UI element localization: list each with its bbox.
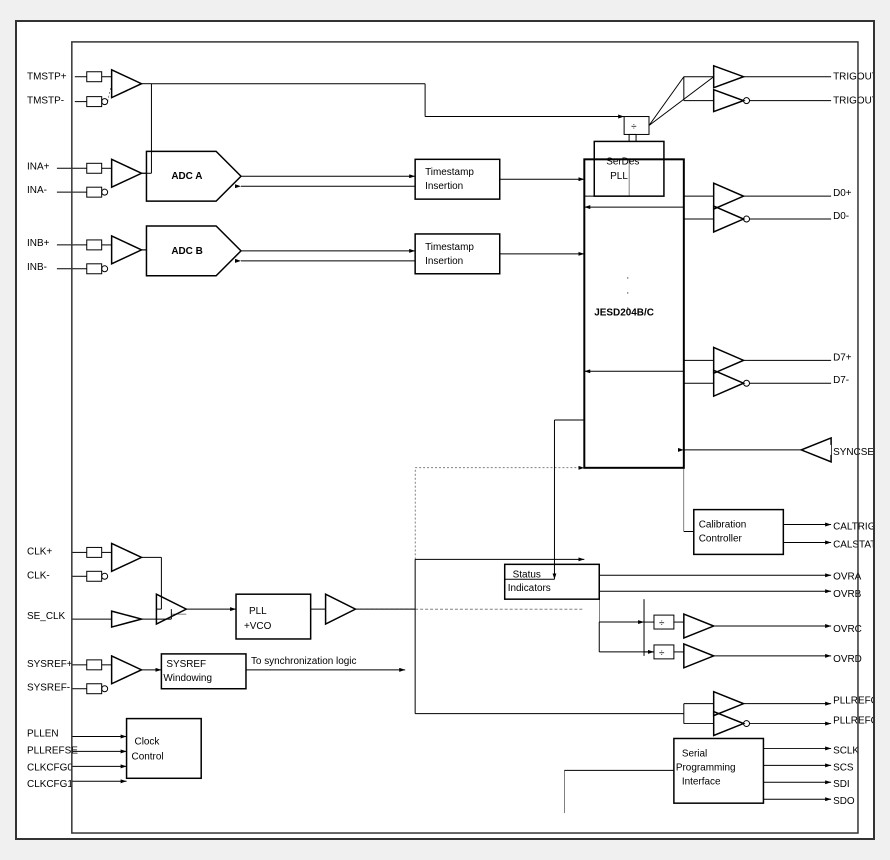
serial-prog-label2: Programming [676, 762, 736, 773]
jesd204-label: JESD204B/C [594, 308, 654, 319]
pll-vco-label: PLL [249, 606, 267, 617]
inb-plus-label: INB+ [27, 238, 50, 249]
clock-ctrl-label2: Control [132, 751, 164, 762]
divider-label: ÷ [631, 121, 637, 132]
sync-logic-label: To synchronization logic [251, 656, 357, 667]
div-ovrc-label: ÷ [659, 618, 665, 629]
timestamp-1-label2: Insertion [425, 181, 463, 192]
calib-ctrl-label2: Controller [699, 533, 743, 544]
d7-minus-label: D7- [833, 375, 849, 386]
timestamp-1-label: Timestamp [425, 167, 474, 178]
ina-plus-label: INA+ [27, 161, 50, 172]
d7-plus-label: D7+ [833, 352, 852, 363]
serial-prog-label: Serial [682, 748, 707, 759]
adc-b-label: ADC B [171, 246, 202, 257]
clock-ctrl-label: Clock [135, 736, 160, 747]
block-diagram: TMSTP+ TMSTP- INA+ INA- INB+ INB- CLK+ C… [15, 20, 875, 840]
status-ind-label: Status [513, 569, 541, 580]
status-ind-label2: Indicators [508, 583, 551, 594]
pllrefse-label: PLLREFSE [27, 745, 78, 756]
pllrefo-minus-label: PLLREFO- [833, 716, 873, 727]
timestamp-2-label2: Insertion [425, 256, 463, 267]
clk-minus-label: CLK- [27, 570, 50, 581]
timestamp-2-label: Timestamp [425, 242, 474, 253]
calib-ctrl-label: Calibration [699, 520, 747, 531]
trigout-plus-label: TRIGOUT+ [833, 72, 873, 83]
serial-prog-label3: Interface [682, 776, 721, 787]
sdi-label: SDI [833, 779, 850, 790]
dots-label: · [626, 273, 629, 284]
pll-vco-label2: +VCO [244, 621, 272, 632]
dots-label2: · [626, 288, 629, 299]
calstat-label: CALSTAT [833, 539, 873, 550]
sdo-label: SDO [833, 796, 855, 807]
se-clk-label: SE_CLK [27, 611, 65, 622]
tmstp-plus-label: TMSTP+ [27, 72, 67, 83]
serdes-pll-label2: PLL [610, 171, 628, 182]
dots-label3: · [626, 303, 629, 314]
sysref-minus-label: SYSREF- [27, 683, 70, 694]
d0-plus-label: D0+ [833, 188, 852, 199]
d0-minus-label: D0- [833, 211, 849, 222]
sclk-label: SCLK [833, 745, 859, 756]
tmstp-minus-label: TMSTP- [27, 96, 64, 107]
caltrig-label: CALTRIG [833, 522, 873, 533]
trigout-minus-label: TRIGOUT- [833, 96, 873, 107]
clk-plus-label: CLK+ [27, 546, 52, 557]
div-ovrd-label: ÷ [659, 648, 665, 659]
sysref-win-label: SYSREF [166, 659, 206, 670]
inb-minus-label: INB- [27, 262, 47, 273]
pllen-label: PLLEN [27, 728, 58, 739]
ina-minus-label: INA- [27, 185, 47, 196]
scs-label: SCS [833, 762, 854, 773]
serdes-pll-label: SerDes [606, 156, 639, 167]
adc-a-label: ADC A [171, 171, 202, 182]
clkcfg0-label: CLKCFG0 [27, 762, 73, 773]
syncse-label: SYNCSE\ [833, 447, 873, 458]
sysref-plus-label: SYSREF+ [27, 659, 73, 670]
clkcfg1-label: CLKCFG1 [27, 779, 73, 790]
sysref-win-label2: Windowing [163, 673, 212, 684]
pllrefo-plus-label: PLLREFO+ [833, 696, 873, 707]
